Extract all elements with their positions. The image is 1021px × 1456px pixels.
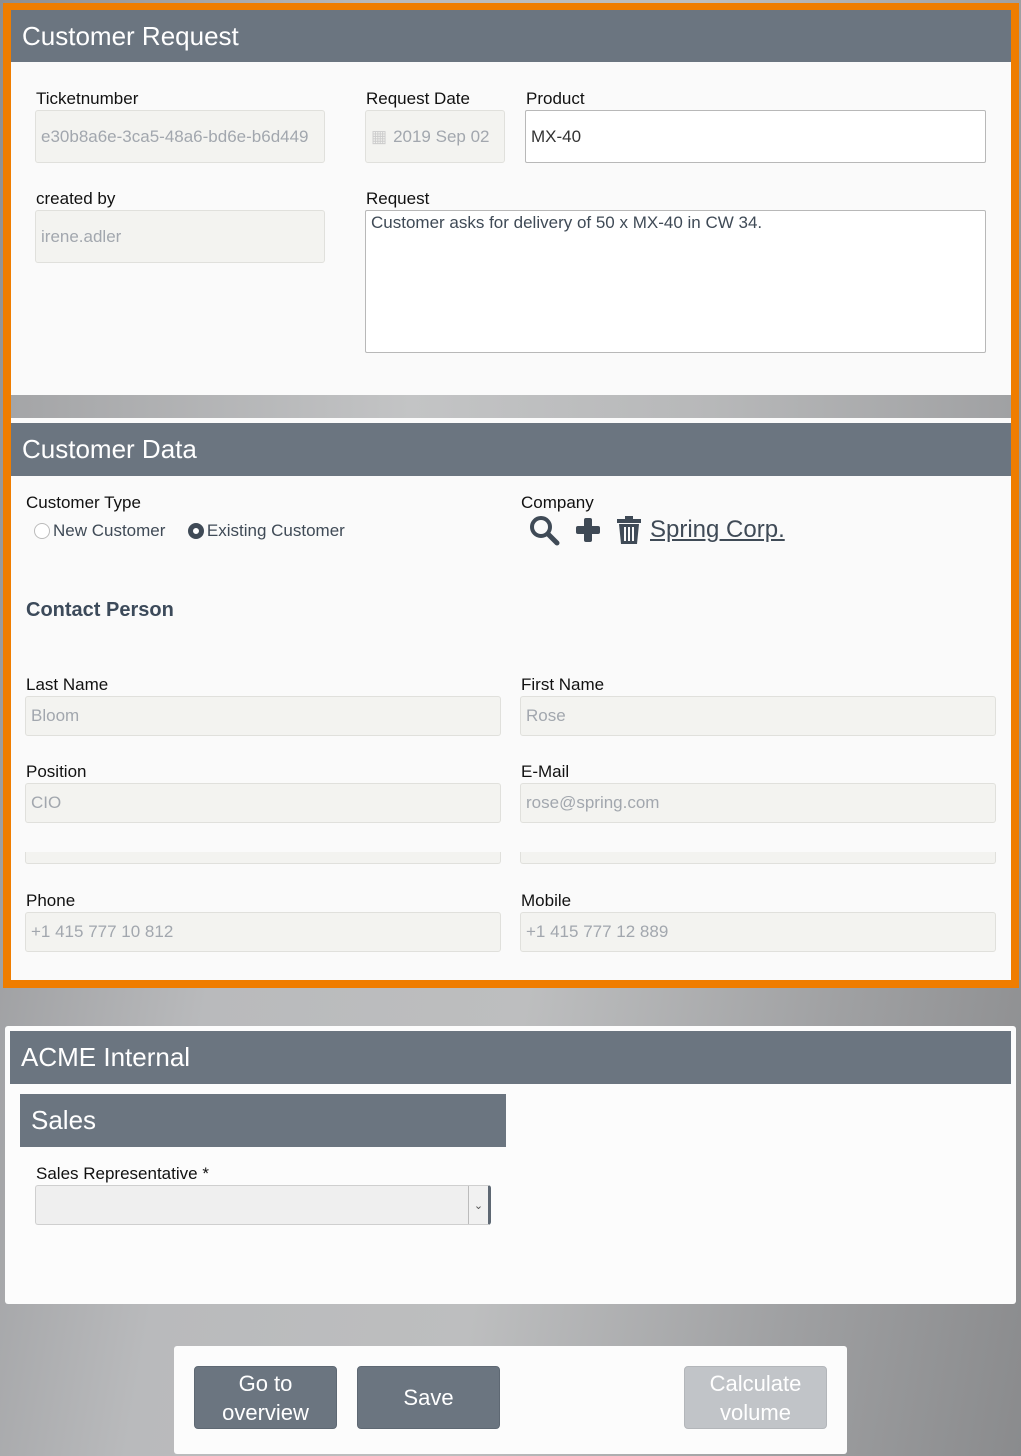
customer-type-label: Customer Type [26, 493, 141, 512]
customer-data-header: Customer Data [11, 423, 1011, 476]
sales-rep-label: Sales Representative * [36, 1164, 209, 1183]
company-controls: Spring Corp. [528, 514, 785, 546]
radio-existing-customer[interactable]: Existing Customer [187, 521, 345, 541]
radio-unchecked-icon [34, 523, 50, 539]
created-by-field[interactable]: irene.adler [35, 210, 325, 263]
customer-type-radio-group: New Customer Existing Customer [34, 521, 363, 544]
date-field[interactable]: ▦ 2019 Sep 02 [365, 110, 505, 163]
phone-label: Phone [26, 891, 76, 910]
trash-icon[interactable] [616, 515, 642, 545]
go-to-overview-button[interactable]: Go to overview [194, 1366, 337, 1429]
created-by-label: created by [36, 189, 116, 208]
phone-field[interactable]: +1 415 777 10 812 [25, 912, 501, 952]
email-label: E-Mail [521, 762, 570, 781]
mobile-field[interactable]: +1 415 777 12 889 [520, 912, 996, 952]
radio-checked-icon [187, 523, 204, 539]
company-label: Company [521, 493, 594, 512]
section-divider [11, 395, 1011, 418]
position-label: Position [26, 762, 87, 781]
contact-person-heading: Contact Person [26, 599, 174, 621]
request-textarea[interactable]: Customer asks for delivery of 50 x MX-40… [365, 210, 986, 353]
first-name-field[interactable]: Rose [520, 696, 996, 736]
calendar-icon: ▦ [371, 126, 388, 146]
ticket-label: Ticketnumber [36, 89, 139, 108]
company-link[interactable]: Spring Corp. [650, 516, 785, 544]
sales-rep-select[interactable]: ⌄ [35, 1185, 491, 1225]
mobile-label: Mobile [521, 891, 572, 910]
customer-request-header: Customer Request [11, 10, 1011, 62]
search-icon[interactable] [528, 514, 560, 546]
radio-new-customer[interactable]: New Customer [34, 521, 165, 541]
request-label: Request [366, 189, 430, 208]
first-name-label: First Name [521, 675, 605, 694]
product-label: Product [526, 89, 585, 108]
position-field[interactable]: CIO [25, 783, 501, 823]
last-name-field[interactable]: Bloom [25, 696, 501, 736]
chevron-down-icon[interactable]: ⌄ [468, 1186, 488, 1224]
acme-internal-header: ACME Internal [10, 1031, 1011, 1084]
plus-icon[interactable] [574, 516, 602, 544]
date-label: Request Date [366, 89, 470, 108]
render-artifact-field [520, 852, 996, 864]
calculate-volume-button[interactable]: Calculate volume [684, 1366, 827, 1429]
render-artifact-field [25, 852, 501, 864]
ticket-field[interactable]: e30b8a6e-3ca5-48a6-bd6e-b6d449 [35, 110, 325, 163]
email-field[interactable]: rose@spring.com [520, 783, 996, 823]
product-field[interactable]: MX-40 [525, 110, 986, 163]
save-button[interactable]: Save [357, 1366, 500, 1429]
sales-header: Sales [20, 1094, 506, 1147]
last-name-label: Last Name [26, 675, 109, 694]
